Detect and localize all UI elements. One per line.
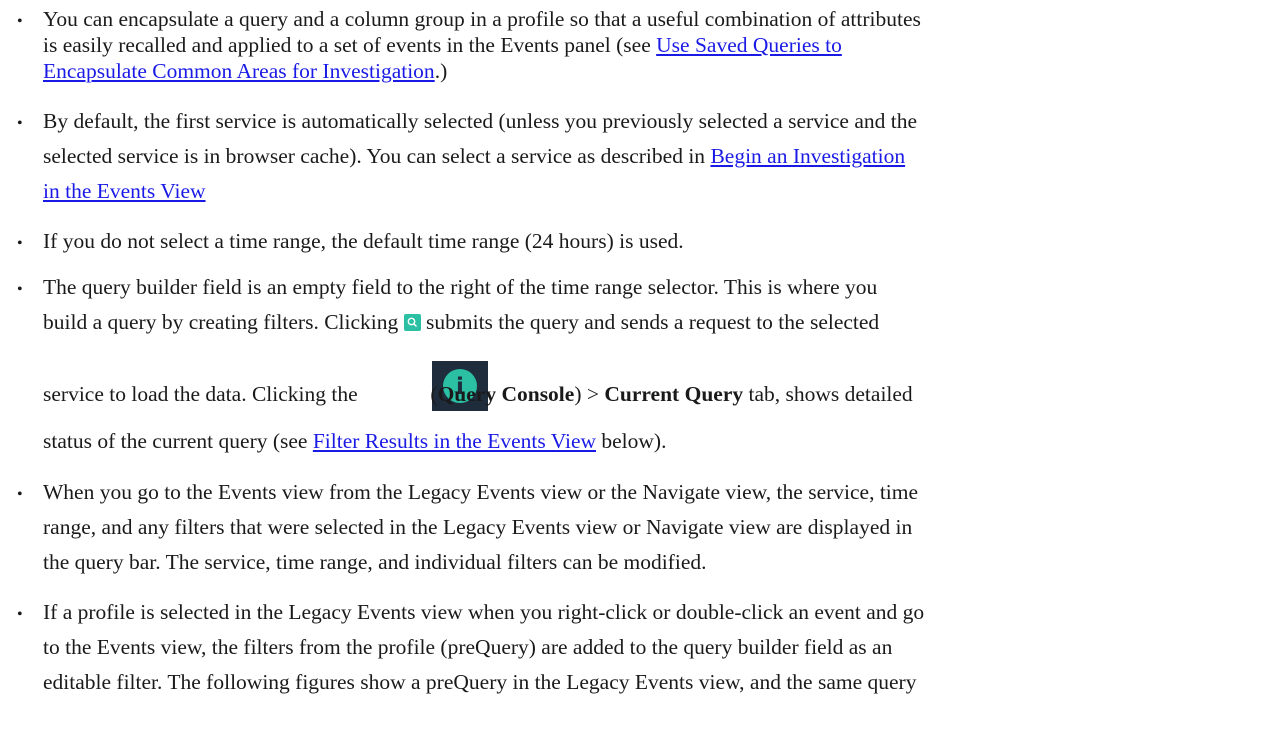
text-span: (: [425, 382, 438, 406]
text-line: If you do not select a time range, the d…: [43, 229, 684, 253]
text-span: status of the current query (see: [43, 429, 313, 453]
text-span: selected service is in browser cache). Y…: [43, 144, 711, 168]
bullet-dot: •: [17, 486, 23, 503]
text-line: By default, the first service is automat…: [43, 109, 918, 133]
text-line: The query builder field is an empty fiel…: [43, 275, 878, 299]
link-begin-an-investigation[interactable]: Begin an Investigation: [710, 144, 905, 168]
text-span: the query bar. The service, time range, …: [43, 550, 707, 574]
text-span: ) >: [574, 382, 605, 406]
text-span: If a profile is selected in the Legacy E…: [43, 600, 925, 624]
search-icon[interactable]: [403, 314, 421, 331]
text-span: If you do not select a time range, the d…: [43, 229, 684, 253]
text-span: When you go to the Events view from the …: [43, 480, 919, 504]
text-span: tab, shows detailed: [743, 382, 913, 406]
text-span: The query builder field is an empty fiel…: [43, 275, 878, 299]
link-encapsulate-common-areas[interactable]: Encapsulate Common Areas for Investigati…: [43, 59, 435, 83]
text-line: If a profile is selected in the Legacy E…: [43, 600, 925, 624]
current-query-label: Current Query: [604, 382, 744, 406]
text-span: to the Events view, the filters from the…: [43, 635, 893, 659]
text-line: selected service is in browser cache). Y…: [43, 144, 905, 168]
text-line: service to load the data. Clicking the (…: [43, 382, 913, 406]
text-span: build a query by creating filters. Click…: [43, 310, 404, 334]
text-line: Encapsulate Common Areas for Investigati…: [43, 59, 448, 83]
text-line: When you go to the Events view from the …: [43, 480, 919, 504]
text-line: is easily recalled and applied to a set …: [43, 33, 842, 57]
text-span: You can encapsulate a query and a column…: [43, 7, 921, 31]
text-line: to the Events view, the filters from the…: [43, 635, 893, 659]
bullet-dot: •: [17, 13, 23, 30]
text-span: is easily recalled and applied to a set …: [43, 33, 657, 57]
bullet-dot: •: [17, 606, 23, 623]
bullet-dot: •: [17, 281, 23, 298]
text-line: range, and any filters that were selecte…: [43, 515, 913, 539]
text-line: status of the current query (see Filter …: [43, 429, 667, 453]
link-filter-results[interactable]: Filter Results in the Events View: [313, 429, 596, 453]
text-line: in the Events View: [43, 179, 206, 203]
text-span: By default, the first service is automat…: [43, 109, 918, 133]
text-span: editable filter. The following figures s…: [43, 670, 917, 694]
text-span: submits the query and sends a request to…: [420, 310, 880, 334]
text-span: .): [434, 59, 448, 83]
text-line: the query bar. The service, time range, …: [43, 550, 707, 574]
bullet-dot: •: [17, 235, 23, 252]
text-line: You can encapsulate a query and a column…: [43, 7, 921, 31]
text-line: build a query by creating filters. Click…: [43, 310, 880, 334]
link-in-the-events-view[interactable]: in the Events View: [43, 179, 206, 203]
link-use-saved-queries[interactable]: Use Saved Queries to: [656, 33, 842, 57]
bullet-dot: •: [17, 115, 23, 132]
text-span: service to load the data. Clicking the: [43, 382, 364, 406]
text-line: editable filter. The following figures s…: [43, 670, 917, 694]
text-span: range, and any filters that were selecte…: [43, 515, 913, 539]
query-console-label: Query Console: [437, 382, 575, 406]
text-span: below).: [596, 429, 667, 453]
